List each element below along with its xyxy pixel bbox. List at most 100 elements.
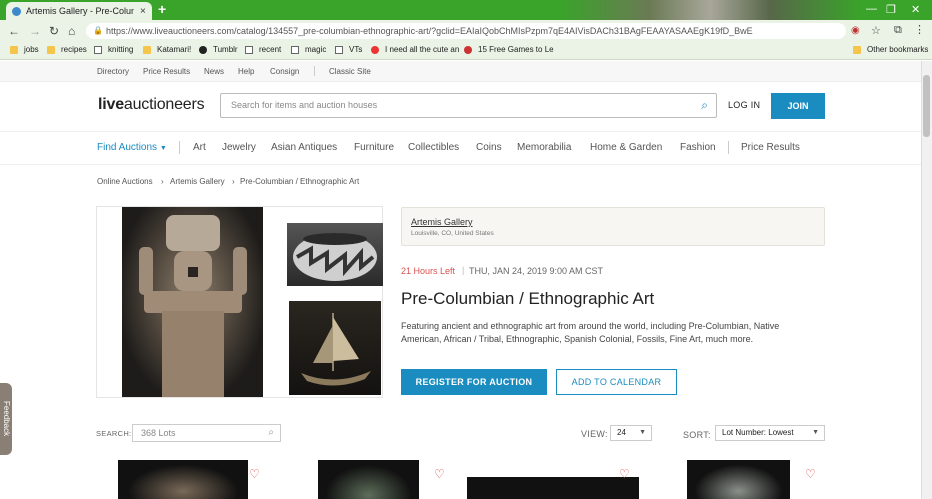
scrollbar-thumb[interactable]: [923, 75, 930, 137]
category-asian-antiques[interactable]: Asian Antiques: [271, 142, 337, 153]
breadcrumb-separator: ›: [161, 177, 164, 186]
seller-name-link[interactable]: Artemis Gallery: [411, 217, 473, 227]
category-art[interactable]: Art: [193, 142, 206, 153]
lot-image[interactable]: [318, 460, 419, 499]
auction-title: Pre-Columbian / Ethnographic Art: [401, 289, 655, 308]
lot-search-input[interactable]: 368 Lots ⌕: [132, 424, 281, 442]
menu-icon[interactable]: ⋮: [914, 23, 925, 36]
category-furniture[interactable]: Furniture: [354, 142, 394, 153]
minimize-icon[interactable]: —: [866, 3, 877, 15]
breadcrumb-artemis[interactable]: Artemis Gallery: [170, 177, 225, 186]
bookmark-vts[interactable]: VTs: [335, 45, 362, 54]
bookmark-jobs[interactable]: jobs: [10, 45, 39, 54]
bookmark-label: VTs: [349, 45, 363, 54]
add-to-calendar-button[interactable]: ADD TO CALENDAR: [556, 369, 677, 395]
folder-icon: [10, 45, 18, 54]
logo-live: live: [98, 96, 124, 113]
auction-description: Featuring ancient and ethnographic art f…: [401, 321, 780, 344]
nav-consign[interactable]: Consign: [270, 67, 299, 76]
home-icon[interactable]: ⌂: [68, 24, 75, 38]
site-search-input[interactable]: Search for items and auction houses ⌕: [220, 93, 717, 118]
sort-label: SORT:: [683, 430, 711, 440]
folder-icon: [143, 45, 151, 54]
bookmark-label: knitting: [108, 45, 134, 54]
extension-icon[interactable]: ◉: [851, 25, 860, 36]
register-for-auction-button[interactable]: REGISTER FOR AUCTION: [401, 369, 547, 395]
breadcrumb-online-auctions[interactable]: Online Auctions: [97, 177, 153, 186]
pottery-bowl-image[interactable]: [287, 223, 383, 286]
star-icon[interactable]: ☆: [871, 24, 881, 37]
category-price-results[interactable]: Price Results: [741, 142, 800, 153]
heart-icon[interactable]: ♡: [434, 467, 445, 481]
nav-news[interactable]: News: [204, 67, 224, 76]
forward-icon[interactable]: →: [29, 24, 41, 38]
new-tab-button[interactable]: +: [158, 1, 166, 17]
bookmark-label: Other bookmarks: [867, 45, 929, 54]
nav-directory[interactable]: Directory: [97, 67, 129, 76]
bookmark-games[interactable]: 15 Free Games to Le: [464, 45, 554, 54]
youtube-icon: [371, 45, 379, 54]
caret-down-icon: ▼: [639, 429, 646, 436]
bookmark-label: recipes: [61, 45, 87, 54]
breadcrumb-current: Pre-Columbian / Ethnographic Art: [240, 177, 360, 186]
breadcrumb-separator: ›: [232, 177, 235, 186]
tumblr-icon: [199, 45, 207, 54]
nav-help[interactable]: Help: [238, 67, 254, 76]
maximize-icon[interactable]: ❐: [886, 3, 896, 16]
folder-icon: [47, 45, 55, 54]
view-label: VIEW:: [581, 429, 608, 439]
divider: [179, 141, 180, 154]
join-button[interactable]: JOIN: [771, 93, 825, 119]
url-text: https://www.liveauctioneers.com/catalog/…: [106, 26, 753, 36]
nav-price-results[interactable]: Price Results: [143, 67, 190, 76]
bookmark-label: 15 Free Games to Le: [478, 45, 554, 54]
bookmark-recent[interactable]: recent: [245, 45, 281, 54]
search-icon[interactable]: ⌕: [268, 425, 274, 441]
figure-statue-image: [139, 215, 247, 397]
lot-image[interactable]: [118, 460, 248, 499]
heart-icon[interactable]: ♡: [805, 467, 816, 481]
other-bookmarks[interactable]: Other bookmarks: [853, 45, 928, 54]
tab-close-icon[interactable]: ×: [140, 6, 146, 17]
extension-puzzle-icon[interactable]: ⧉: [894, 24, 902, 37]
folder-icon: [853, 45, 861, 54]
category-coins[interactable]: Coins: [476, 142, 502, 153]
site-icon: [464, 45, 472, 54]
divider: [314, 66, 315, 76]
bookmark-label: I need all the cute an: [385, 45, 460, 54]
feedback-tab[interactable]: Feedback: [0, 383, 12, 455]
login-link[interactable]: LOG IN: [728, 100, 760, 110]
page-icon: [291, 45, 299, 54]
time-left: 21 Hours Left: [401, 266, 456, 276]
reload-icon[interactable]: ↻: [49, 24, 59, 38]
url-input[interactable]: 🔒 https://www.liveauctioneers.com/catalo…: [86, 23, 846, 39]
heart-icon[interactable]: ♡: [249, 467, 260, 481]
sort-select[interactable]: Lot Number: Lowest ▼: [715, 425, 825, 441]
bookmark-katamari[interactable]: Katamari!: [143, 45, 191, 54]
search-icon[interactable]: ⌕: [701, 94, 708, 117]
bookmark-tumblr[interactable]: Tumblr: [199, 45, 238, 54]
back-icon[interactable]: ←: [8, 24, 20, 38]
main-catalog-image[interactable]: [122, 207, 263, 397]
bookmark-cute[interactable]: I need all the cute an: [371, 45, 459, 54]
category-home-garden[interactable]: Home & Garden: [590, 142, 662, 153]
category-fashion[interactable]: Fashion: [680, 142, 716, 153]
bookmark-recipes[interactable]: recipes: [47, 45, 87, 54]
bookmark-magic[interactable]: magic: [291, 45, 326, 54]
lot-search-placeholder: 368 Lots: [141, 428, 176, 438]
find-auctions-menu[interactable]: Find Auctions ▼: [97, 142, 167, 153]
category-memorabilia[interactable]: Memorabilia: [517, 142, 571, 153]
site-logo[interactable]: liveauctioneers: [98, 96, 205, 114]
ship-model-image[interactable]: [289, 301, 381, 395]
browser-tab[interactable]: Artemis Gallery - Pre-Columbian ×: [6, 2, 152, 20]
close-window-icon[interactable]: ✕: [911, 3, 920, 16]
heart-icon[interactable]: ♡: [619, 467, 630, 481]
nav-classic-site[interactable]: Classic Site: [329, 67, 371, 76]
view-select[interactable]: 24 ▼: [610, 425, 652, 441]
page-icon: [94, 45, 102, 54]
category-collectibles[interactable]: Collectibles: [408, 142, 459, 153]
lot-image[interactable]: [687, 460, 790, 499]
bookmark-knitting[interactable]: knitting: [94, 45, 133, 54]
lot-image[interactable]: [467, 477, 639, 499]
category-jewelry[interactable]: Jewelry: [222, 142, 256, 153]
